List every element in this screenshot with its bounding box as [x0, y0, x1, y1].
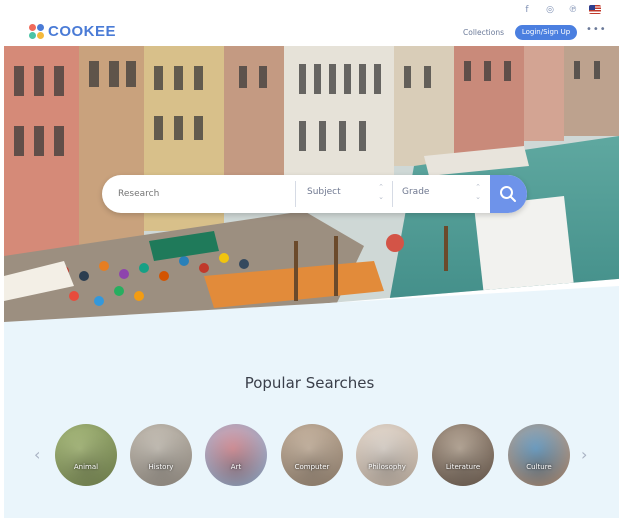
popular-title: Popular Searches — [244, 374, 375, 392]
category-history[interactable]: History — [130, 424, 192, 486]
search-button[interactable] — [490, 175, 527, 213]
category-label: Culture — [526, 463, 552, 471]
subject-select[interactable]: Subject — [307, 187, 341, 197]
search-bar: Subject ⌃⌄ Grade ⌃⌄ — [102, 175, 527, 213]
social-bar: f ◎ ℗ — [0, 0, 619, 20]
facebook-icon[interactable]: f — [520, 4, 534, 16]
subject-stepper-icon[interactable]: ⌃ ⌄ — [377, 182, 385, 206]
category-label: Literature — [445, 463, 481, 471]
category-label: History — [148, 463, 174, 471]
site-header: COOKEE Collections Login/Sign Up ••• — [0, 20, 619, 48]
category-label: Philosophy — [368, 463, 406, 471]
search-divider — [295, 181, 296, 207]
pinterest-icon[interactable]: ℗ — [566, 4, 580, 16]
grade-select[interactable]: Grade — [402, 187, 429, 197]
grade-stepper-icon[interactable]: ⌃ ⌄ — [474, 182, 482, 206]
category-literature[interactable]: Literature — [432, 424, 494, 486]
login-signup-button[interactable]: Login/Sign Up — [515, 25, 577, 40]
search-divider — [392, 181, 393, 207]
category-label: Art — [230, 463, 242, 471]
instagram-icon[interactable]: ◎ — [543, 4, 557, 16]
search-icon — [500, 186, 516, 202]
category-computer[interactable]: Computer — [281, 424, 343, 486]
logo-text[interactable]: COOKEE — [48, 23, 116, 40]
category-art[interactable]: Art — [205, 424, 267, 486]
category-label: Animal — [73, 463, 99, 471]
category-animal[interactable]: Animal — [55, 424, 117, 486]
more-menu-icon[interactable]: ••• — [586, 24, 607, 35]
category-culture[interactable]: Culture — [508, 424, 570, 486]
collections-link[interactable]: Collections — [463, 28, 504, 37]
us-flag-icon[interactable] — [589, 5, 601, 14]
search-input[interactable] — [118, 186, 288, 202]
prev-arrow-icon[interactable]: ‹ — [34, 445, 40, 464]
category-philosophy[interactable]: Philosophy — [356, 424, 418, 486]
next-arrow-icon[interactable]: › — [581, 445, 587, 464]
category-label: Computer — [294, 463, 330, 471]
logo-icon[interactable] — [29, 24, 45, 40]
